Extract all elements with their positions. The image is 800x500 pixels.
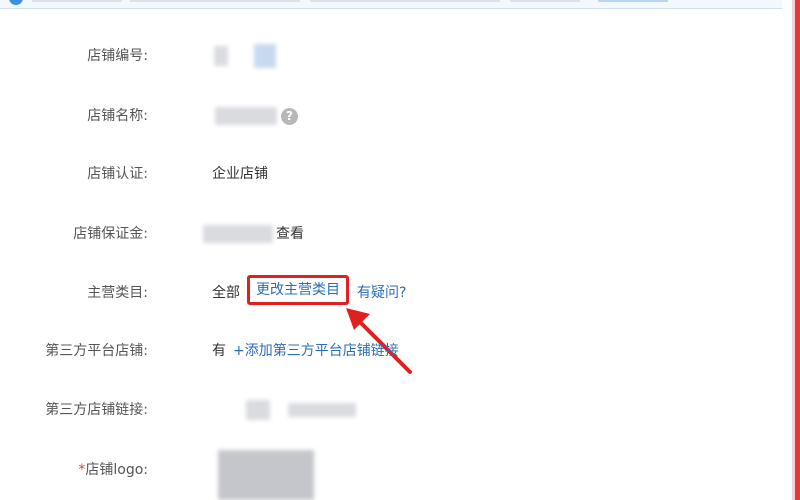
third-party-label: 第三方平台店铺:	[45, 343, 148, 359]
row-deposit: 店铺保证金: 查看	[0, 222, 760, 246]
add-third-party-link[interactable]: +添加第三方平台店铺链接	[233, 339, 399, 363]
category-label: 主营类目:	[87, 285, 148, 301]
notice-bar: i	[0, 0, 782, 9]
row-third-party-link: 第三方店铺链接:	[0, 398, 760, 422]
notice-link-blurred[interactable]	[598, 0, 668, 2]
info-icon: i	[9, 0, 23, 5]
category-value: 全部	[212, 285, 240, 301]
shop-id-value-blurred	[214, 46, 228, 66]
row-shop-name: 店铺名称: ?	[0, 104, 760, 128]
shop-name-value-blurred	[215, 107, 277, 125]
row-third-party: 第三方平台店铺: 有 +添加第三方平台店铺链接	[0, 339, 760, 363]
help-icon[interactable]: ?	[281, 108, 298, 125]
shop-id-value-blurred	[254, 44, 276, 68]
logo-label: *店铺logo:	[78, 458, 148, 482]
deposit-value-blurred	[203, 225, 273, 243]
shop-name-label: 店铺名称:	[87, 108, 148, 124]
page-edge-rule	[792, 0, 800, 500]
third-party-value: 有	[212, 343, 226, 359]
notice-text-blurred	[310, 0, 500, 2]
third-party-link-value-blurred	[246, 400, 270, 420]
certification-value: 企业店铺	[212, 166, 268, 182]
logo-label-text: 店铺logo:	[85, 462, 148, 478]
deposit-label: 店铺保证金:	[73, 226, 148, 242]
certification-label: 店铺认证:	[87, 166, 148, 182]
logo-image-blurred[interactable]	[218, 450, 314, 500]
row-logo: *店铺logo:	[0, 450, 760, 500]
row-certification: 店铺认证: 企业店铺	[0, 162, 760, 186]
notice-text-blurred	[510, 0, 580, 2]
shop-id-label: 店铺编号:	[87, 48, 148, 64]
row-shop-id: 店铺编号:	[0, 44, 760, 68]
view-deposit-link[interactable]: 查看	[276, 222, 304, 246]
notice-text-blurred	[32, 0, 122, 2]
third-party-link-label: 第三方店铺链接:	[45, 402, 148, 418]
notice-text-blurred	[130, 0, 300, 2]
change-category-button[interactable]: 更改主营类目	[247, 275, 349, 305]
third-party-link-value-blurred	[288, 403, 356, 417]
